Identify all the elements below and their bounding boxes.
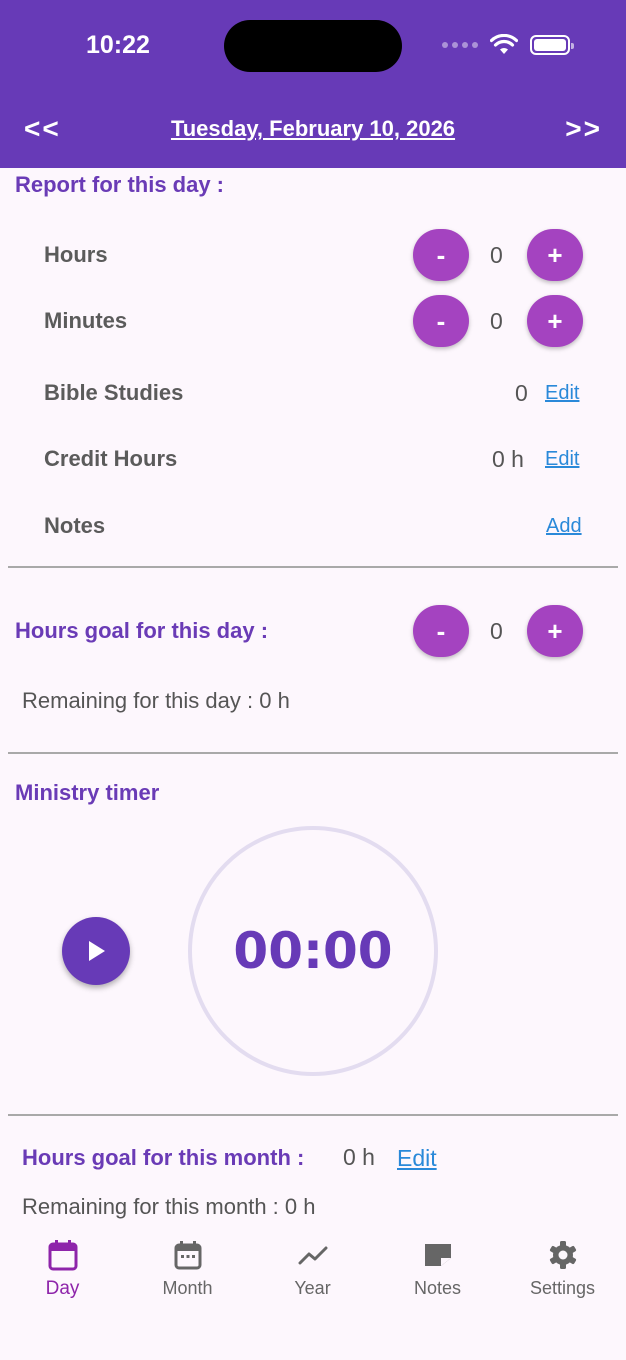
credit-hours-label: Credit Hours (44, 446, 178, 471)
month-goal-edit-link[interactable]: Edit (397, 1145, 437, 1172)
bible-studies-label: Bible Studies (44, 380, 184, 405)
report-section-title: Report for this day : (15, 172, 225, 197)
divider (8, 566, 618, 568)
calendar-icon (48, 1240, 77, 1271)
month-goal-value: 0 h (343, 1144, 375, 1170)
minutes-minus-button[interactable]: - (413, 295, 469, 347)
status-time: 10:22 (86, 31, 150, 59)
day-goal-title: Hours goal for this day : (15, 618, 269, 643)
minutes-value: 0 (490, 308, 503, 334)
timer-play-button[interactable] (62, 917, 130, 985)
month-remaining-text: Remaining for this month : 0 h (22, 1194, 316, 1219)
hours-minus-button[interactable]: - (413, 229, 469, 281)
tab-month-label: Month (162, 1278, 213, 1298)
play-icon (89, 941, 105, 961)
tab-day-label: Day (45, 1278, 80, 1299)
day-goal-plus-button[interactable]: + (527, 605, 583, 657)
minutes-label: Minutes (44, 308, 128, 333)
timer-display: 00:00 (233, 922, 393, 980)
tab-month[interactable]: Month (125, 1238, 250, 1299)
tab-settings-label: Settings (529, 1278, 596, 1298)
tab-year-label: Year (294, 1278, 331, 1298)
wifi-icon (490, 34, 518, 54)
bible-studies-edit-link[interactable]: Edit (545, 382, 579, 405)
bottom-navigation: Day Month Year Notes Settings (0, 1230, 626, 1360)
timer-title: Ministry timer (15, 780, 160, 805)
day-goal-value: 0 (490, 618, 503, 644)
next-day-button[interactable]: >> (565, 113, 602, 145)
minutes-plus-button[interactable]: + (527, 295, 583, 347)
credit-hours-edit-link[interactable]: Edit (545, 448, 579, 471)
tab-notes[interactable]: Notes (375, 1238, 500, 1299)
timer-ring: 00:00 (188, 826, 438, 1076)
dynamic-island (224, 20, 402, 72)
notes-label: Notes (44, 513, 106, 538)
credit-hours-value: 0 h (492, 446, 524, 472)
notes-add-link[interactable]: Add (546, 515, 582, 538)
tab-settings[interactable]: Settings (500, 1238, 625, 1299)
date-title[interactable]: Tuesday, February 10, 2026 (0, 116, 626, 142)
bible-studies-value: 0 (515, 380, 528, 406)
calendar-month-icon (174, 1241, 201, 1270)
tab-notes-label: Notes (413, 1278, 462, 1298)
battery-icon (530, 35, 574, 55)
month-goal-title: Hours goal for this month : (22, 1145, 305, 1170)
note-icon (424, 1244, 451, 1266)
divider (8, 752, 618, 754)
signal-icon (442, 42, 478, 48)
app-header: 10:22 << Tuesday, February 10, 2026 >> (0, 0, 626, 168)
gear-icon (549, 1241, 576, 1269)
tab-year[interactable]: Year (250, 1238, 375, 1299)
status-icons (442, 34, 574, 56)
tab-day[interactable]: Day (0, 1238, 125, 1300)
hours-plus-button[interactable]: + (527, 229, 583, 281)
trending-icon (298, 1246, 327, 1265)
hours-label: Hours (44, 242, 108, 267)
day-remaining-text: Remaining for this day : 0 h (22, 688, 290, 713)
divider (8, 1114, 618, 1116)
hours-value: 0 (490, 242, 503, 268)
day-goal-minus-button[interactable]: - (413, 605, 469, 657)
